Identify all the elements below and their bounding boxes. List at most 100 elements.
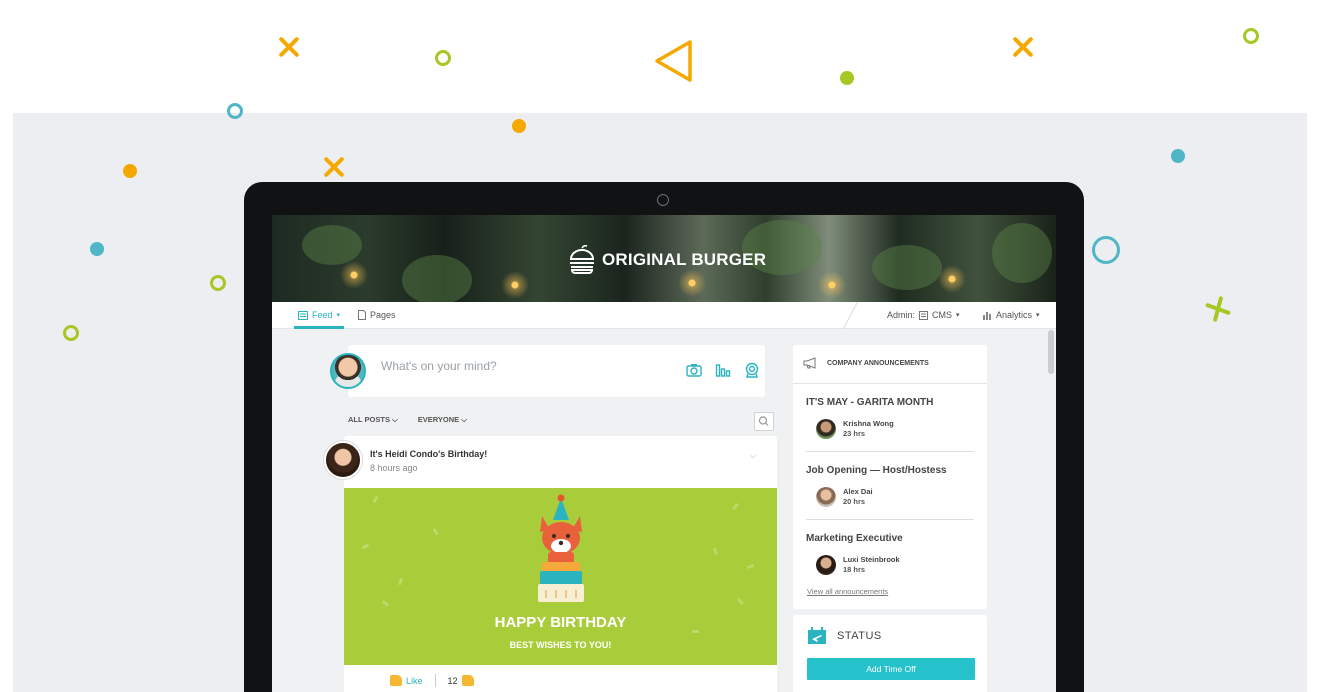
user-avatar[interactable]	[330, 353, 366, 389]
camera-icon	[657, 194, 669, 206]
cms-icon	[919, 310, 929, 320]
composer-actions	[686, 362, 760, 378]
x-shape-decoration	[278, 36, 300, 58]
dot-decoration	[512, 119, 526, 133]
scrollbar-thumb[interactable]	[1048, 330, 1054, 374]
hero-banner: ORIGINAL BURGER	[272, 215, 1056, 302]
nav-feed[interactable]: Feed ▾	[298, 310, 340, 320]
announcement-item[interactable]: Marketing Executive Luxi Steinbrook 18 h…	[806, 533, 903, 575]
nav-pages[interactable]: Pages	[358, 310, 396, 320]
ring-decoration	[63, 325, 79, 341]
plus-shape-decoration	[1205, 296, 1231, 322]
megaphone-icon	[803, 357, 816, 369]
post-timestamp: 8 hours ago	[370, 463, 418, 473]
author-avatar[interactable]	[324, 441, 362, 479]
divider	[806, 519, 974, 520]
dot-decoration	[123, 164, 137, 178]
ring-decoration	[435, 50, 451, 66]
announcement-author: Krishna Wong 23 hrs	[816, 419, 894, 439]
announcements-header: COMPANY ANNOUNCEMENTS	[803, 357, 929, 369]
nav-divider	[842, 302, 858, 329]
filter-all-posts-label: ALL POSTS	[348, 415, 390, 424]
chevron-down-icon: ▾	[1036, 312, 1040, 319]
feed-icon	[298, 310, 308, 320]
announcement-title: Job Opening — Host/Hostess	[806, 465, 947, 476]
poll-icon[interactable]	[715, 362, 731, 378]
filter-everyone-label: EVERYONE	[417, 415, 460, 424]
chevron-down-icon: ▾	[956, 312, 960, 319]
add-time-off-button[interactable]: Add Time Off	[807, 658, 975, 680]
camera-icon[interactable]	[686, 362, 702, 378]
thumbs-up-icon	[390, 675, 402, 686]
ring-decoration	[1243, 28, 1259, 44]
post-age: 23 hrs	[843, 429, 866, 438]
announcement-item[interactable]: IT'S MAY - GARITA MONTH Krishna Wong 23 …	[806, 397, 933, 439]
app-screen: ORIGINAL BURGER Feed ▾ Pages Admin: CMS …	[272, 215, 1056, 692]
nav-feed-label: Feed	[312, 310, 333, 320]
feed-filters: ALL POSTS ⌵ EVERYONE ⌵	[348, 415, 467, 425]
badge-icon[interactable]	[744, 362, 760, 378]
like-count[interactable]: 12	[448, 675, 474, 686]
triangle-decoration	[655, 40, 692, 82]
calendar-plane-icon	[808, 627, 826, 644]
divider	[806, 451, 974, 452]
author-name: Alex Dai	[843, 487, 873, 496]
announcement-item[interactable]: Job Opening — Host/Hostess Alex Dai 20 h…	[806, 465, 947, 507]
status-heading: STATUS	[837, 630, 882, 642]
banner-title: HAPPY BIRTHDAY	[494, 614, 627, 631]
like-count-value: 12	[447, 675, 458, 686]
author-name: Luxi Steinbrook	[843, 555, 900, 564]
status-header: STATUS	[807, 627, 882, 645]
birthday-fox-illustration	[538, 494, 584, 602]
post-age: 20 hrs	[843, 497, 866, 506]
admin-label: Admin:	[887, 310, 916, 320]
announcements-widget: COMPANY ANNOUNCEMENTS IT'S MAY - GARITA …	[793, 345, 987, 609]
ring-decoration	[227, 103, 243, 119]
announcements-heading: COMPANY ANNOUNCEMENTS	[827, 359, 929, 367]
like-button[interactable]: Like	[390, 675, 423, 686]
announcement-author: Alex Dai 20 hrs	[816, 487, 873, 507]
divider	[793, 383, 987, 384]
nav-admin-cms[interactable]: Admin: CMS ▾	[887, 310, 960, 320]
tablet-device: ORIGINAL BURGER Feed ▾ Pages Admin: CMS …	[244, 182, 1084, 692]
page-icon	[358, 310, 366, 320]
avatar	[816, 419, 836, 439]
marketing-stage: ORIGINAL BURGER Feed ▾ Pages Admin: CMS …	[0, 0, 1318, 692]
author-name: Krishna Wong	[843, 419, 894, 428]
filter-everyone[interactable]: EVERYONE ⌵	[418, 415, 467, 425]
filter-all-posts[interactable]: ALL POSTS ⌵	[348, 415, 398, 425]
x-shape-decoration	[323, 156, 345, 178]
bar-chart-icon	[983, 311, 991, 320]
post-age: 18 hrs	[843, 565, 866, 574]
top-navigation: Feed ▾ Pages Admin: CMS ▾ Analytics ▾	[272, 302, 1056, 329]
nav-analytics[interactable]: Analytics ▾	[982, 310, 1040, 320]
brand-name: ORIGINAL BURGER	[602, 250, 767, 269]
view-all-announcements-link[interactable]: View all announcements	[807, 587, 888, 596]
cms-label: CMS	[932, 310, 953, 320]
ring-decoration	[210, 275, 226, 291]
avatar	[816, 555, 836, 575]
post-reactions: Like 12	[390, 674, 474, 687]
analytics-label: Analytics	[996, 310, 1033, 320]
ring-decoration	[1092, 236, 1120, 264]
chevron-down-icon: ⌵	[461, 415, 467, 424]
dot-decoration	[840, 71, 854, 85]
avatar	[816, 487, 836, 507]
status-widget: STATUS Add Time Off	[793, 615, 987, 692]
active-tab-indicator	[294, 326, 344, 329]
like-label: Like	[406, 675, 423, 686]
post-title[interactable]: It's Heidi Condo's Birthday!	[370, 449, 487, 459]
post-menu-chevron-icon[interactable]: ⌵	[750, 451, 756, 461]
banner-subtitle: BEST WISHES TO YOU!	[509, 640, 612, 650]
dot-decoration	[90, 242, 104, 256]
brand-logo[interactable]: ORIGINAL BURGER	[568, 245, 766, 275]
announcement-author: Luxi Steinbrook 18 hrs	[816, 555, 900, 575]
x-shape-decoration	[1012, 36, 1034, 58]
thumbs-up-icon	[461, 675, 474, 686]
chevron-down-icon: ⌵	[392, 415, 398, 424]
search-button[interactable]	[754, 412, 774, 431]
divider	[434, 674, 436, 687]
composer-input[interactable]: What's on your mind?	[381, 359, 497, 373]
burger-icon	[569, 245, 595, 274]
search-icon	[758, 416, 769, 426]
